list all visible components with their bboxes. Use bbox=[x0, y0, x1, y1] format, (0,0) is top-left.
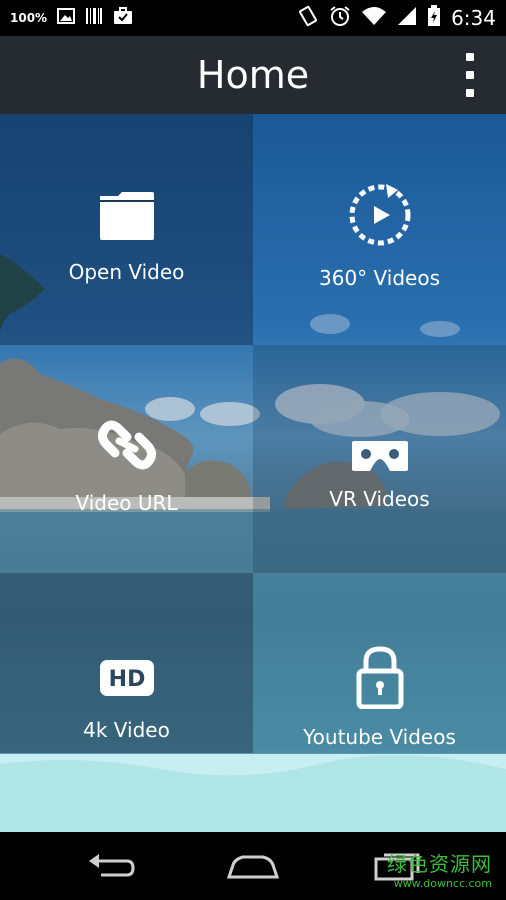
clock: 6:34 bbox=[451, 6, 496, 30]
status-bar: 100% 6:34 bbox=[0, 0, 506, 36]
signal-icon bbox=[397, 6, 417, 31]
lock-icon bbox=[356, 646, 403, 709]
tile-360-videos[interactable]: 360° Videos bbox=[253, 114, 506, 345]
tile-youtube-videos[interactable]: Youtube Videos bbox=[253, 573, 506, 753]
battery-icon bbox=[427, 4, 441, 32]
home-icon[interactable] bbox=[193, 832, 313, 900]
status-right: 6:34 bbox=[297, 0, 496, 36]
tile-label-video-url: Video URL bbox=[75, 491, 178, 515]
app-bar: Home bbox=[0, 36, 506, 114]
link-icon bbox=[97, 420, 156, 470]
page-title: Home bbox=[196, 53, 310, 97]
tile-label-open-video: Open Video bbox=[68, 260, 185, 284]
vr-headset-icon bbox=[351, 441, 408, 471]
wifi-icon bbox=[361, 6, 387, 31]
tile-label-360-videos: 360° Videos bbox=[319, 266, 440, 290]
svg-text:HD: HD bbox=[108, 667, 145, 692]
tile-label-youtube-videos: Youtube Videos bbox=[303, 725, 456, 749]
battery-percent: 100% bbox=[10, 11, 48, 25]
rotate-icon bbox=[297, 5, 319, 32]
360-play-icon bbox=[349, 184, 410, 246]
barcode-icon bbox=[85, 7, 103, 30]
tile-label-4k-video: 4k Video bbox=[83, 718, 170, 742]
watermark-url: www.downcc.com bbox=[393, 877, 492, 890]
alarm-icon bbox=[329, 5, 351, 32]
tile-open-video[interactable]: Open Video bbox=[0, 114, 253, 345]
image-icon bbox=[57, 7, 76, 29]
home-grid: Open Video 360° Videos Video URL VR Vide… bbox=[0, 114, 506, 832]
watermark: 绿色资源网 www.downcc.com bbox=[387, 848, 492, 890]
tile-video-url[interactable]: Video URL bbox=[0, 345, 253, 573]
back-icon[interactable] bbox=[52, 832, 172, 900]
status-left: 100% bbox=[10, 0, 133, 36]
folder-icon bbox=[99, 192, 154, 240]
briefcase-icon bbox=[113, 6, 133, 30]
tile-4k-video[interactable]: HD 4k Video bbox=[0, 573, 253, 753]
hd-icon: HD bbox=[99, 660, 154, 696]
watermark-text: 绿色资源网 bbox=[387, 852, 492, 876]
tile-vr-videos[interactable]: VR Videos bbox=[253, 345, 506, 573]
overflow-menu-icon[interactable] bbox=[452, 53, 488, 97]
tile-label-vr-videos: VR Videos bbox=[329, 487, 430, 511]
